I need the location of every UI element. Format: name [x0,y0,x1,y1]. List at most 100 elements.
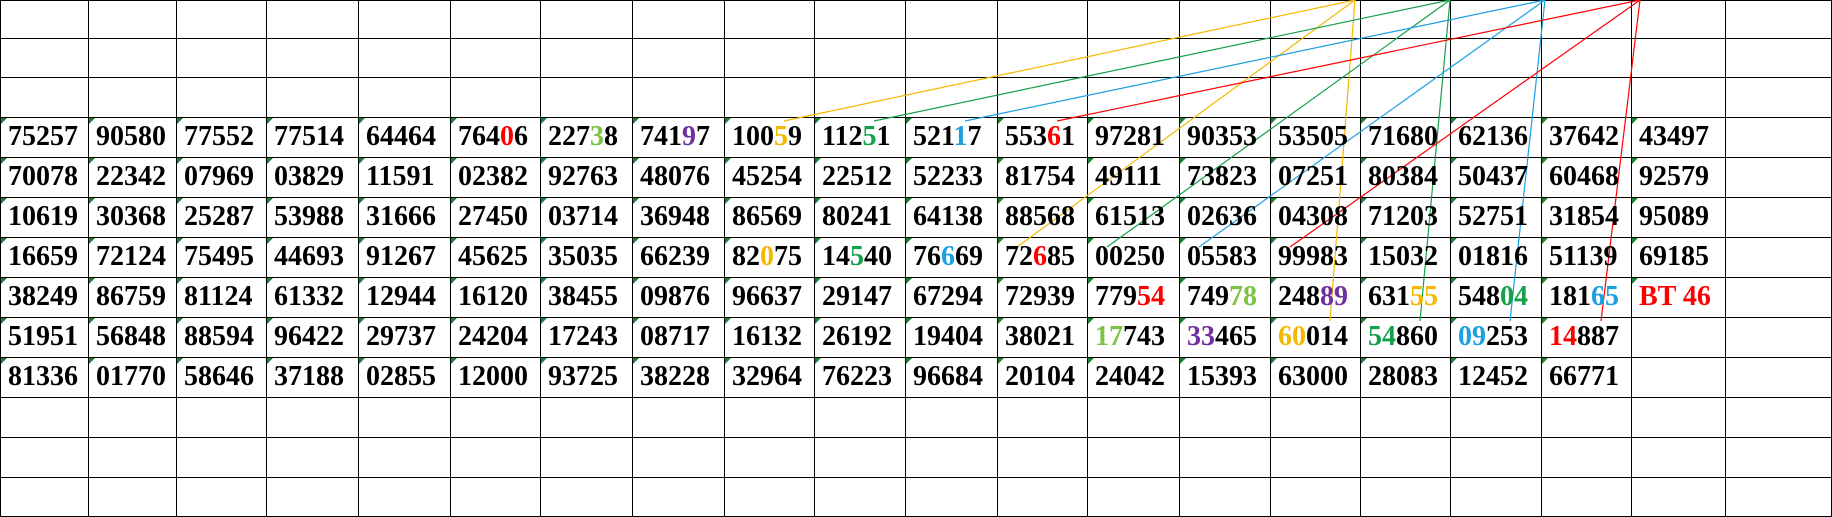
cell-value[interactable]: 91267 [366,237,436,277]
cell-value[interactable]: 18165 [1549,277,1619,317]
cell-value[interactable]: 17743 [1095,317,1165,357]
cell-value[interactable]: 50437 [1458,157,1528,197]
cell-value[interactable]: 45625 [458,237,528,277]
cell-value[interactable]: 82075 [732,237,802,277]
cell-value[interactable]: 07251 [1278,157,1348,197]
cell-value[interactable]: 73823 [1187,157,1257,197]
cell-value[interactable]: 24889 [1278,277,1348,317]
cell-value[interactable]: 16132 [732,317,802,357]
cell-value[interactable]: 03714 [548,197,618,237]
cell-value[interactable]: 30368 [96,197,166,237]
cell-value[interactable]: 28083 [1368,357,1438,397]
cell-value[interactable]: 01770 [96,357,166,397]
cell-value[interactable]: 31666 [366,197,436,237]
cell-value[interactable]: 12000 [458,357,528,397]
cell-value[interactable]: 14887 [1549,317,1619,357]
cell-value[interactable]: 38249 [8,277,78,317]
cell-value[interactable]: 61332 [274,277,344,317]
cell-value[interactable]: 51951 [8,317,78,357]
cell-value[interactable]: 86569 [732,197,802,237]
cell-value[interactable]: 60014 [1278,317,1348,357]
cell-value[interactable]: 24042 [1095,357,1165,397]
cell-value[interactable]: 12452 [1458,357,1528,397]
cell-value[interactable]: 05583 [1187,237,1257,277]
cell-value[interactable]: 22512 [822,157,892,197]
cell-value[interactable]: 37188 [274,357,344,397]
cell-value[interactable]: 69185 [1639,237,1709,277]
cell-value[interactable]: 02382 [458,157,528,197]
cell-value[interactable]: 19404 [913,317,983,357]
cell-value[interactable]: 08717 [640,317,710,357]
cell-value[interactable]: 52117 [913,117,981,157]
cell-value[interactable]: 81124 [184,277,252,317]
cell-value[interactable]: 07969 [184,157,254,197]
cell-value[interactable]: 81754 [1005,157,1075,197]
cell-value[interactable]: 16120 [458,277,528,317]
cell-value[interactable]: 90353 [1187,117,1257,157]
cell-value[interactable]: 31854 [1549,197,1619,237]
cell-value[interactable]: 26192 [822,317,892,357]
cell-value[interactable]: 35035 [548,237,618,277]
cell-value[interactable]: 11591 [366,157,434,197]
cell-value[interactable]: 37642 [1549,117,1619,157]
cell-value[interactable]: 38455 [548,277,618,317]
cell-value[interactable]: 02636 [1187,197,1257,237]
cell-value[interactable]: 77954 [1095,277,1165,317]
cell-value[interactable]: 64138 [913,197,983,237]
cell-value[interactable]: 75495 [184,237,254,277]
cell-value[interactable]: 29737 [366,317,436,357]
cell-value[interactable]: 63000 [1278,357,1348,397]
cell-value[interactable]: 88594 [184,317,254,357]
cell-value[interactable]: 10619 [8,197,78,237]
cell-value[interactable]: 72685 [1005,237,1075,277]
cell-value[interactable]: 48076 [640,157,710,197]
cell-value[interactable]: 38228 [640,357,710,397]
cell-value[interactable]: 88568 [1005,197,1075,237]
cell-value[interactable]: 90580 [96,117,166,157]
cell-value[interactable]: 01816 [1458,237,1528,277]
cell-value[interactable]: 09876 [640,277,710,317]
cell-value[interactable]: 80241 [822,197,892,237]
cell-value[interactable]: 66239 [640,237,710,277]
cell-value[interactable]: 22738 [548,117,618,157]
cell-value[interactable]: 62136 [1458,117,1528,157]
cell-value[interactable]: 60468 [1549,157,1619,197]
cell-value[interactable]: 58646 [184,357,254,397]
cell-value[interactable]: 72124 [96,237,166,277]
cell-value[interactable]: 99983 [1278,237,1348,277]
cell-value[interactable]: 92763 [548,157,618,197]
cell-value[interactable]: 96684 [913,357,983,397]
cell-value[interactable]: 74978 [1187,277,1257,317]
cell-value[interactable]: 76406 [458,117,528,157]
cell-value[interactable]: 03829 [274,157,344,197]
cell-value[interactable]: 16659 [8,237,78,277]
cell-value[interactable]: 96422 [274,317,344,357]
cell-value[interactable]: 54804 [1458,277,1528,317]
cell-value[interactable]: 27450 [458,197,528,237]
cell-value[interactable]: 76223 [822,357,892,397]
cell-value[interactable]: 09253 [1458,317,1528,357]
cell-value[interactable]: 56848 [96,317,166,357]
cell-value[interactable]: 77552 [184,117,254,157]
cell-value[interactable]: 15032 [1368,237,1438,277]
cell-value[interactable]: 92579 [1639,157,1709,197]
cell-value[interactable]: 44693 [274,237,344,277]
cell-value[interactable]: 32964 [732,357,802,397]
cell-value[interactable]: 36948 [640,197,710,237]
cell-value[interactable]: 76669 [913,237,983,277]
cell-value[interactable]: 51139 [1549,237,1617,277]
cell-value[interactable]: 93725 [548,357,618,397]
cell-value[interactable]: 80384 [1368,157,1438,197]
cell-value[interactable]: 38021 [1005,317,1075,357]
cell-value[interactable]: 55361 [1005,117,1075,157]
cell-value[interactable]: 52233 [913,157,983,197]
cell-value[interactable]: 15393 [1187,357,1257,397]
cell-value[interactable]: 70078 [8,157,78,197]
cell-value[interactable]: 67294 [913,277,983,317]
cell-value[interactable]: 20104 [1005,357,1075,397]
cell-value[interactable]: 97281 [1095,117,1165,157]
cell-value[interactable]: 33465 [1187,317,1257,357]
cell-value[interactable]: 52751 [1458,197,1528,237]
cell-value[interactable]: 96637 [732,277,802,317]
cell-value[interactable]: 77514 [274,117,344,157]
